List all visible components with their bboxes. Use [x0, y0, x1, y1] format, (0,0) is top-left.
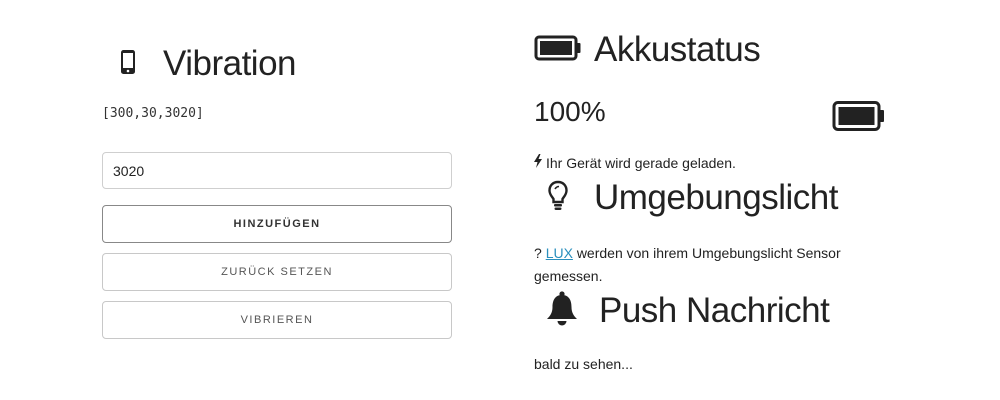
charging-status: Ihr Gerät wird gerade geladen. — [534, 154, 736, 171]
vibration-title: Vibration — [163, 44, 297, 83]
battery-full-icon — [832, 100, 886, 137]
charging-text: Ihr Gerät wird gerade geladen. — [546, 154, 736, 171]
phone-icon — [120, 49, 136, 80]
lux-description: werden von ihrem Umgebungslicht Sensor g… — [534, 245, 841, 284]
add-button[interactable]: HINZUFÜGEN — [102, 205, 452, 243]
battery-heading: Akkustatus — [534, 30, 761, 70]
ambient-light-heading: Umgebungslicht — [548, 178, 838, 218]
battery-full-icon — [534, 34, 582, 67]
ambient-light-text: ? LUX werden von ihrem Umgebungslicht Se… — [534, 242, 874, 288]
bell-icon — [544, 290, 580, 331]
battery-title: Akkustatus — [594, 30, 761, 69]
vibration-heading: Vibration — [120, 44, 297, 84]
vibration-pattern: [300,30,3020] — [102, 106, 204, 121]
lux-link[interactable]: LUX — [546, 245, 573, 261]
bolt-icon — [534, 154, 542, 171]
vibration-duration-input[interactable] — [102, 152, 452, 189]
push-title: Push Nachricht — [599, 290, 830, 330]
vibrate-button[interactable]: VIBRIEREN — [102, 301, 452, 339]
push-heading: Push Nachricht — [544, 290, 830, 331]
lux-value: ? — [534, 245, 542, 261]
page: Vibration [300,30,3020] HINZUFÜGEN ZURÜC… — [0, 0, 1000, 400]
reset-button[interactable]: ZURÜCK SETZEN — [102, 253, 452, 291]
battery-level: 100% — [534, 96, 606, 127]
lightbulb-icon — [548, 180, 568, 217]
push-text: bald zu sehen... — [534, 356, 633, 372]
ambient-light-title: Umgebungslicht — [594, 178, 838, 217]
